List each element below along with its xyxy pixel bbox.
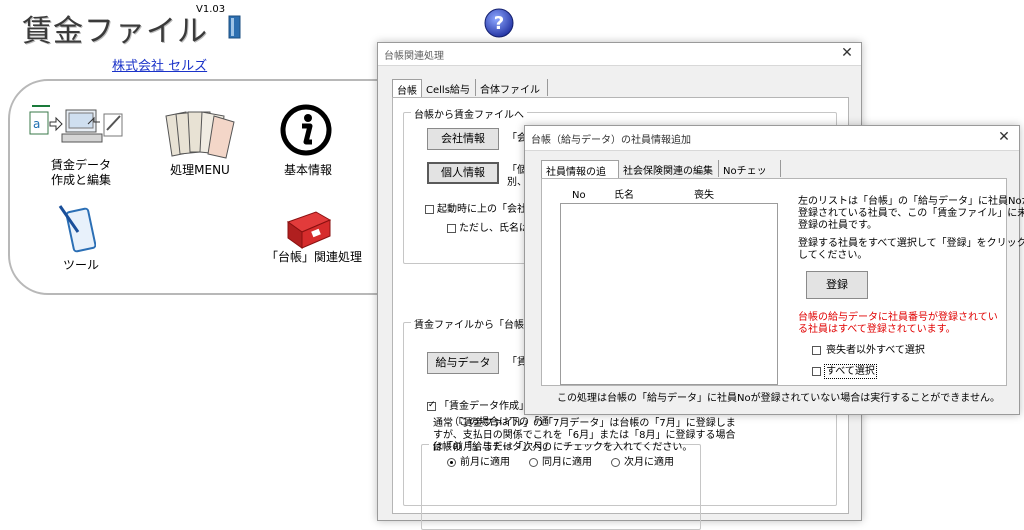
help-icon[interactable]: ? xyxy=(484,8,514,38)
radio-next-month[interactable] xyxy=(611,458,620,467)
tile-process-menu-label[interactable]: 処理MENU xyxy=(140,163,260,178)
warning-text-2: る社員はすべて登録されています。 xyxy=(798,324,956,335)
tab-cells-payroll[interactable]: Cells給与 xyxy=(422,79,476,96)
tab-no-check[interactable]: Noチェック xyxy=(719,160,781,192)
instruction-text-2: してください。 xyxy=(798,250,868,261)
company-info-button[interactable]: 会社情報 xyxy=(427,128,499,150)
tab-combined-file[interactable]: 合体ファイル xyxy=(476,79,548,96)
radio-same-month-label: 同月に適用 xyxy=(542,457,592,468)
app-title: 賃金ファイル xyxy=(22,14,208,49)
column-no: No xyxy=(572,190,586,201)
radio-same-month[interactable] xyxy=(529,458,538,467)
tablet-tool-icon[interactable] xyxy=(56,204,97,254)
personal-info-button[interactable]: 個人情報 xyxy=(427,162,499,184)
footer-note: この処理は台帳の「給与データ」に社員Noが登録されていない場合は実行することがで… xyxy=(557,393,1000,404)
spreadsheet-edit-icon[interactable]: a xyxy=(28,104,128,156)
employee-dialog-titlebar: 台帳（給与データ）の社員情報追加 ✕ xyxy=(525,126,1019,151)
startup-checkbox-label: 起動時に上の「会社情 xyxy=(437,204,537,215)
employee-tabs: 社員情報の追加 社会保険関連の編集 Noチェック xyxy=(541,160,841,193)
register-button[interactable]: 登録 xyxy=(806,271,868,299)
svg-text:?: ? xyxy=(494,13,504,34)
menu-pages-icon[interactable] xyxy=(162,108,238,160)
tile-wage-data-label[interactable]: 賃金データ 作成と編集 xyxy=(21,158,141,188)
app-version: V1.03 xyxy=(196,4,226,15)
info-text-3: 登録の社員です。 xyxy=(798,220,877,231)
radio-prev-month-label: 前月に適用 xyxy=(460,457,510,468)
employee-dialog-title: 台帳（給与データ）の社員情報追加 xyxy=(531,135,691,146)
column-lost: 喪失 xyxy=(694,190,714,201)
tab-ledger[interactable]: 台帳 xyxy=(392,79,422,98)
apply-month-text-3: は「前月」または「次月」にチェックを入れてください。 xyxy=(433,442,693,453)
ledger-dialog-titlebar: 台帳関連処理 ✕ xyxy=(378,43,861,66)
ledger-tabs: 台帳 Cells給与 合体ファイル xyxy=(392,79,592,98)
radio-next-month-label: 次月に適用 xyxy=(624,457,674,468)
close-icon[interactable]: ✕ xyxy=(995,129,1013,145)
svg-text:a: a xyxy=(33,117,40,131)
close-icon[interactable]: ✕ xyxy=(838,45,856,61)
tile-tools-label[interactable]: ツール xyxy=(21,258,141,273)
ledger-dialog-title: 台帳関連処理 xyxy=(384,51,444,62)
payroll-data-button[interactable]: 給与データ xyxy=(427,352,499,374)
name-checkbox[interactable] xyxy=(447,224,456,233)
info-icon[interactable] xyxy=(280,104,332,156)
employee-tab-panel: No 氏名 喪失 左のリストは「台帳」の「給与データ」に社員Noが 登録されてい… xyxy=(541,178,1024,386)
company-link[interactable]: 株式会社 セルズ xyxy=(112,55,207,74)
create-data-checkbox[interactable] xyxy=(427,400,436,411)
select-except-lost-checkbox[interactable] xyxy=(812,346,821,355)
startup-checkbox[interactable] xyxy=(425,205,434,214)
tab-add-employee[interactable]: 社員情報の追加 xyxy=(541,160,619,193)
column-name: 氏名 xyxy=(614,190,634,201)
radio-prev-month[interactable] xyxy=(447,458,456,467)
tile-ledger-label[interactable]: 「台帳」関連処理 xyxy=(254,250,374,265)
select-all-label: すべて選択 xyxy=(824,364,877,379)
tab-social-insurance[interactable]: 社会保険関連の編集 xyxy=(619,160,719,177)
employee-list[interactable] xyxy=(560,203,778,385)
group-ledger-to-wage-legend: 台帳から賃金ファイルへ xyxy=(411,106,527,121)
red-binder-icon[interactable] xyxy=(286,208,332,250)
employee-add-dialog: 台帳（給与データ）の社員情報追加 ✕ 社員情報の追加 社会保険関連の編集 Noチ… xyxy=(524,125,1024,415)
book-icon xyxy=(228,14,242,40)
tile-basic-info-label[interactable]: 基本情報 xyxy=(248,163,368,178)
select-all-checkbox[interactable] xyxy=(812,367,821,376)
select-except-lost-label: 喪失者以外すべて選択 xyxy=(826,345,925,356)
